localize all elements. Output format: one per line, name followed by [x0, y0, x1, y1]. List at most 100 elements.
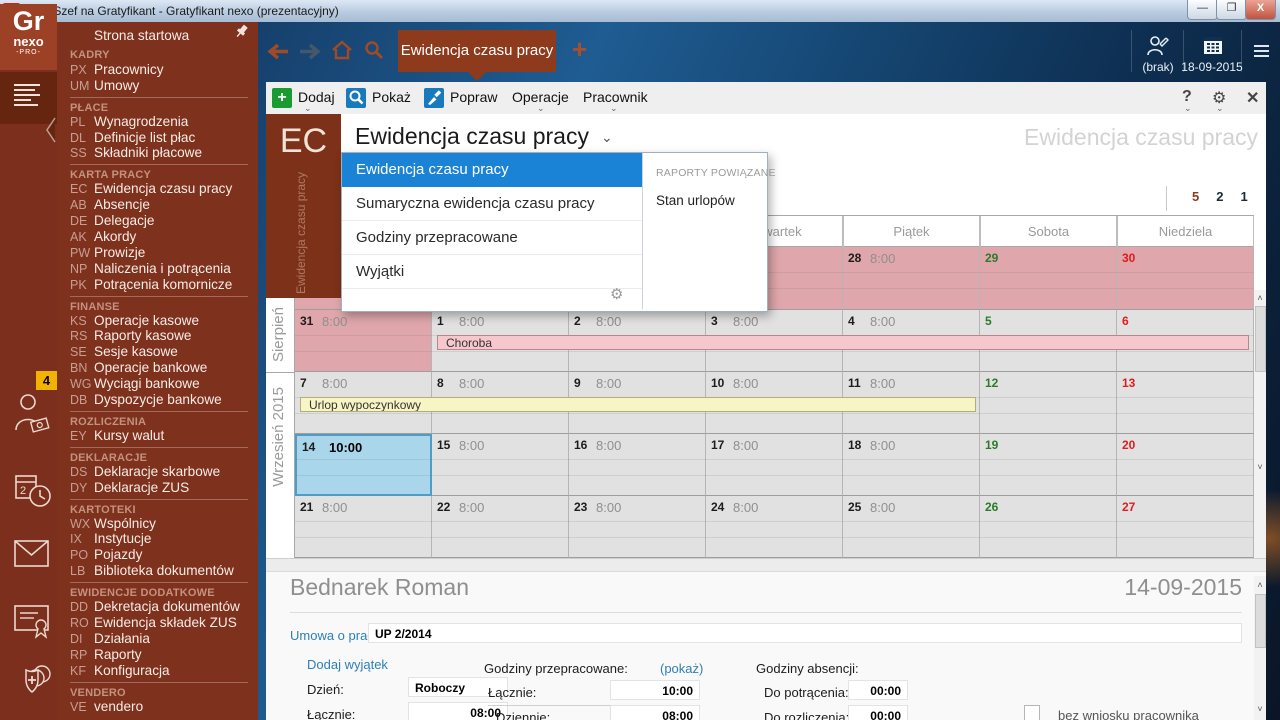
back-icon[interactable] [266, 43, 290, 60]
operations-chevron-icon[interactable]: ⌄ [537, 103, 545, 114]
sidebar-item-rs[interactable]: RSRaporty kasowe [70, 328, 248, 344]
sidebar-item-px[interactable]: PXPracownicy [70, 62, 248, 78]
sidebar-item-home[interactable]: Strona startowa [70, 28, 248, 44]
scrollbar-thumb[interactable] [1255, 306, 1266, 372]
sidebar-item-ak[interactable]: AKAkordy [70, 229, 248, 245]
sidebar-item-pl[interactable]: PLWynagrodzenia [70, 114, 248, 130]
calendar-day-cell[interactable]: 12 [980, 372, 1117, 434]
scroll-up-icon[interactable]: ˄ [1254, 580, 1266, 590]
sidebar-item-ve[interactable]: VEvendero [70, 699, 248, 715]
add-exception-link[interactable]: Dodaj wyjątek [307, 657, 388, 672]
sidebar-item-de[interactable]: DEDelegacje [70, 213, 248, 229]
sidebar-item-dy[interactable]: DYDeklaracje ZUS [70, 480, 248, 496]
calendar-day-cell[interactable]: 30 [1117, 247, 1254, 310]
view-title-chevron-icon[interactable]: ⌄ [601, 129, 613, 146]
sidebar-item-po[interactable]: POPojazdy [70, 547, 248, 563]
calendar-clock-icon[interactable]: 2 [14, 470, 52, 514]
calendar-day-cell[interactable]: 27 [1117, 496, 1254, 558]
view-switcher-option[interactable]: Godziny przepracowane [342, 221, 642, 255]
sidebar-item-di[interactable]: DIDziałania [70, 631, 248, 647]
nav-menu-icon[interactable] [1254, 42, 1269, 60]
close-view-icon[interactable]: ✕ [1246, 88, 1259, 108]
absence-band-vacation[interactable]: Urlop wypoczynkowy [300, 397, 976, 412]
deduct-field[interactable]: 00:00 [848, 680, 908, 700]
calendar-day-cell[interactable]: 29 [980, 247, 1117, 310]
edit-button[interactable]: Popraw [450, 89, 497, 105]
calendar-day-cell[interactable]: 19 [980, 434, 1117, 496]
daily-field[interactable]: 08:00 [610, 705, 700, 720]
calendar-day-cell[interactable]: 20 [1117, 434, 1254, 496]
show-icon[interactable] [346, 88, 366, 108]
calendar-day-cell[interactable]: 158:00 [432, 434, 569, 496]
sidebar-item-ro[interactable]: ROEwidencja składek ZUS [70, 615, 248, 631]
related-report-link[interactable]: Stan urlopów [656, 193, 735, 208]
sidebar-item-kf[interactable]: KFKonfiguracja [70, 663, 248, 679]
sidebar-item-ds[interactable]: DSDeklaracje skarbowe [70, 464, 248, 480]
edit-icon[interactable] [424, 88, 444, 108]
sidebar-item-ss[interactable]: SSSkładniki płacowe [70, 145, 248, 161]
home-icon[interactable] [331, 39, 353, 61]
calendar-day-cell[interactable]: 248:00 [706, 496, 843, 558]
sidebar-item-rp[interactable]: RPRaporty [70, 647, 248, 663]
calendar-day-cell[interactable]: 188:00 [843, 434, 980, 496]
sidebar-item-wx[interactable]: WXWspólnicy [70, 516, 248, 532]
settle-field[interactable]: 00:00 [848, 705, 908, 720]
scrollbar-thumb[interactable] [1255, 594, 1266, 648]
view-title[interactable]: Ewidencja czasu pracy [355, 123, 589, 150]
view-switcher-option[interactable]: Wyjątki [342, 255, 642, 289]
sidebar-item-dl[interactable]: DLDefinicje list płac [70, 130, 248, 146]
calendar-icon[interactable] [1203, 35, 1223, 55]
sidebar-item-dd[interactable]: DDDekretacja dokumentów [70, 599, 248, 615]
forward-icon[interactable] [298, 43, 322, 60]
add-icon[interactable]: + [272, 88, 292, 108]
sidebar-item-ix[interactable]: IXInstytucje [70, 531, 248, 547]
calendar-scrollbar[interactable]: ˄ ˅ [1254, 290, 1266, 558]
minimize-button[interactable]: — [1187, 0, 1218, 20]
calendar-day-cell[interactable]: 318:00 [295, 310, 432, 372]
employee-chevron-icon[interactable]: ⌄ [610, 103, 618, 114]
sidebar-item-pk[interactable]: PKPotrącenia komornicze [70, 277, 248, 293]
calendar-day-cell[interactable]: 288:00 [843, 247, 980, 310]
help-chevron-icon[interactable]: ⌄ [1184, 103, 1192, 114]
scroll-down-icon[interactable]: ˅ [1254, 704, 1266, 714]
sidebar-item-ey[interactable]: EYKursy walut [70, 428, 248, 444]
user-icon[interactable] [1146, 34, 1169, 58]
certificate-icon[interactable] [14, 602, 52, 640]
calendar-day-cell[interactable]: 218:00 [295, 496, 432, 558]
contract-field[interactable]: UP 2/2014 [368, 623, 1242, 643]
sidebar-item-lb[interactable]: LBBiblioteka dokumentów [70, 563, 248, 579]
scroll-up-icon[interactable]: ˄ [1254, 293, 1266, 303]
popup-gear-icon[interactable]: ⚙ [610, 285, 623, 303]
show-button[interactable]: Pokaż [372, 89, 411, 105]
pin-icon[interactable] [233, 24, 249, 40]
show-worked-link[interactable]: (pokaż) [660, 661, 703, 676]
sidebar-item-db[interactable]: DBDyspozycje bankowe [70, 392, 248, 408]
search-icon[interactable] [363, 39, 385, 61]
worked-total-field[interactable]: 10:00 [610, 680, 700, 700]
sidebar-item-ks[interactable]: KSOperacje kasowe [70, 313, 248, 329]
add-chevron-icon[interactable]: ⌄ [304, 103, 312, 114]
sidebar-item-se[interactable]: SESesje kasowe [70, 344, 248, 360]
sidebar-item-ab[interactable]: ABAbsencje [70, 197, 248, 213]
insurance-icon[interactable] [14, 662, 56, 704]
tab-ewidencja-czasu-pracy[interactable]: Ewidencja czasu pracy [398, 30, 556, 72]
sidebar-item-ec[interactable]: ECEwidencja czasu pracy [70, 181, 248, 197]
sidebar-item-pw[interactable]: PWProwizje [70, 245, 248, 261]
calendar-day-cell[interactable]: 168:00 [569, 434, 706, 496]
sidebar-item-um[interactable]: UMUmowy [70, 78, 248, 94]
calendar-day-cell[interactable]: 228:00 [432, 496, 569, 558]
calendar-day-cell[interactable]: 258:00 [843, 496, 980, 558]
no-request-checkbox[interactable] [1024, 705, 1040, 720]
settings-chevron-icon[interactable]: ⌄ [1216, 103, 1224, 114]
new-tab-icon[interactable]: + [572, 36, 587, 62]
detail-scrollbar[interactable]: ˄ ˅ [1254, 576, 1266, 720]
calendar-day-cell[interactable]: 13 [1117, 372, 1254, 434]
sidebar-item-wg[interactable]: WGWyciągi bankowe [70, 376, 248, 392]
user-button-label[interactable]: (brak) [1133, 60, 1183, 74]
payroll-employees-icon[interactable] [14, 390, 50, 442]
close-window-button[interactable]: X [1245, 0, 1276, 20]
splitter[interactable] [266, 558, 1266, 572]
calendar-day-cell[interactable]: 1410:00 [295, 434, 432, 496]
calendar-day-cell[interactable]: 238:00 [569, 496, 706, 558]
calendar-day-cell[interactable]: 26 [980, 496, 1117, 558]
